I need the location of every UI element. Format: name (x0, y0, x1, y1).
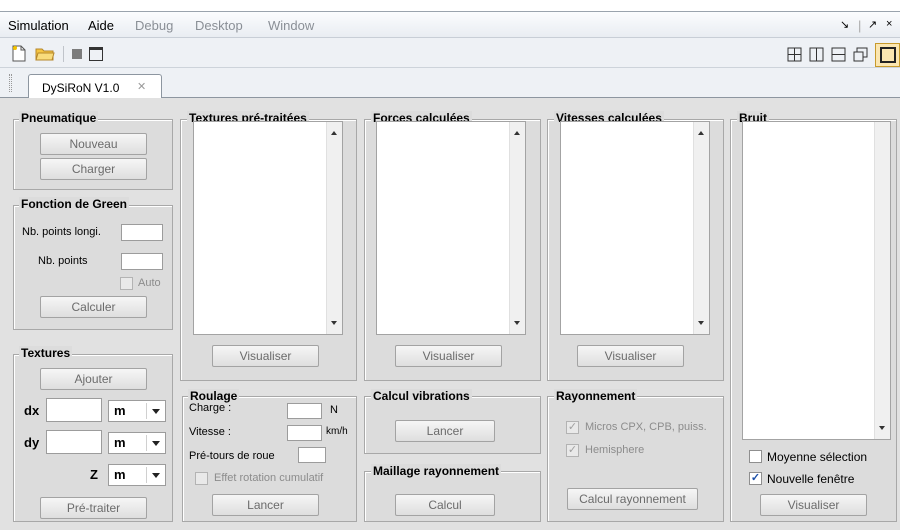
hemisphere-checkbox[interactable]: ✓ (566, 444, 579, 457)
dy-unit-select[interactable]: m (108, 432, 166, 454)
label-vitesse: Vitesse : (189, 426, 231, 438)
pretours-input[interactable] (298, 447, 326, 463)
nouveau-button[interactable]: Nouveau (40, 133, 147, 155)
tab-label: DySiRoN V1.0 (42, 81, 120, 95)
label-nouvelle-fenetre: Nouvelle fenêtre (767, 472, 855, 486)
label-dx: dx (24, 403, 40, 418)
float-icon[interactable] (853, 47, 868, 62)
vitesse-input[interactable] (287, 425, 322, 441)
charger-button[interactable]: Charger (40, 158, 147, 180)
maximize-icon[interactable] (875, 43, 900, 67)
scroll-down-icon[interactable] (698, 321, 704, 325)
grid-icon[interactable] (787, 47, 802, 62)
open-folder-icon[interactable] (35, 45, 55, 62)
label-dy: dy (24, 435, 40, 450)
label-z: Z (90, 467, 98, 482)
lancer-roulage-button[interactable]: Lancer (212, 494, 319, 516)
bruit-list[interactable] (742, 121, 891, 440)
split-vertical-icon[interactable] (809, 47, 824, 62)
label-charge-unit: N (330, 404, 338, 416)
menu-window[interactable]: Window (268, 18, 314, 33)
tab-close-icon[interactable]: ✕ (137, 80, 146, 93)
tab-grip (9, 74, 12, 92)
nb-points-longi-input[interactable] (121, 224, 163, 241)
z-unit-select[interactable]: m (108, 464, 166, 486)
dx-unit-value: m (114, 403, 126, 418)
dy-input[interactable] (46, 430, 102, 454)
vitesses-list[interactable] (560, 121, 710, 335)
dock-icon[interactable]: ↗ (868, 18, 877, 31)
panel-title-vibrations: Calcul vibrations (371, 389, 472, 403)
label-auto: Auto (138, 277, 161, 289)
label-micros: Micros CPX, CPB, puiss. (585, 421, 707, 433)
label-pretours: Pré-tours de roue (189, 450, 275, 462)
menu-debug[interactable]: Debug (135, 18, 173, 33)
lancer-vibrations-button[interactable]: Lancer (395, 420, 495, 442)
scroll-down-icon[interactable] (331, 321, 337, 325)
stop-icon[interactable] (72, 49, 82, 59)
scroll-down-icon[interactable] (514, 321, 520, 325)
micros-checkbox[interactable]: ✓ (566, 421, 579, 434)
auto-checkbox[interactable] (120, 277, 133, 290)
charge-input[interactable] (287, 403, 322, 419)
ajouter-button[interactable]: Ajouter (40, 368, 147, 390)
calcul-rayonnement-button[interactable]: Calcul rayonnement (567, 488, 698, 510)
panel-title-pneumatique: Pneumatique (19, 111, 99, 125)
dx-input[interactable] (46, 398, 102, 422)
forces-list[interactable] (376, 121, 526, 335)
new-file-icon[interactable] (11, 45, 27, 62)
toolbar-separator (63, 46, 64, 62)
label-hemisphere: Hemisphere (585, 444, 645, 456)
separator-bar: | (858, 18, 862, 33)
textures-pretraitees-list[interactable] (193, 121, 343, 335)
effet-rotation-checkbox[interactable] (195, 472, 208, 485)
tab-dysiron[interactable]: DySiRoN V1.0 ✕ (28, 74, 162, 99)
visualiser-forces-button[interactable]: Visualiser (395, 345, 502, 367)
scroll-down-icon[interactable] (879, 426, 885, 430)
scrollbar[interactable] (326, 122, 342, 334)
visualiser-vitesses-button[interactable]: Visualiser (577, 345, 684, 367)
menu-desktop[interactable]: Desktop (195, 18, 243, 33)
scroll-up-icon[interactable] (514, 131, 520, 135)
split-horizontal-icon[interactable] (831, 47, 846, 62)
moyenne-selection-checkbox[interactable] (749, 450, 762, 463)
close-window-icon[interactable]: × (886, 18, 892, 30)
panel-title-rayonnement: Rayonnement (554, 389, 638, 403)
scrollbar[interactable] (509, 122, 525, 334)
label-vitesse-unit: km/h (326, 426, 348, 437)
nouvelle-fenetre-checkbox[interactable]: ✓ (749, 472, 762, 485)
menu-aide[interactable]: Aide (88, 18, 114, 33)
pre-traiter-button[interactable]: Pré-traiter (40, 497, 147, 519)
title-strip (0, 0, 900, 12)
panel-title-maillage: Maillage rayonnement (371, 464, 502, 478)
label-charge: Charge : (189, 402, 232, 414)
visualiser-textures-button[interactable]: Visualiser (212, 345, 319, 367)
calculer-button[interactable]: Calculer (40, 296, 147, 318)
toolbar (0, 38, 900, 68)
scrollbar[interactable] (693, 122, 709, 334)
scrollbar[interactable] (874, 122, 890, 439)
label-nb-points: Nb. points (38, 255, 88, 267)
dx-unit-select[interactable]: m (108, 400, 166, 422)
visualiser-bruit-button[interactable]: Visualiser (760, 494, 867, 516)
label-nb-points-longi: Nb. points longi. (22, 226, 101, 238)
scroll-up-icon[interactable] (331, 131, 337, 135)
window-icon[interactable] (89, 47, 103, 61)
nb-points-input[interactable] (121, 253, 163, 270)
undock-icon[interactable]: ↘ (840, 18, 849, 31)
menu-simulation[interactable]: Simulation (8, 18, 69, 33)
label-effet-rotation: Effet rotation cumulatif (214, 472, 324, 484)
dy-unit-value: m (114, 435, 126, 450)
calcul-maillage-button[interactable]: Calcul (395, 494, 495, 516)
panel-title-roulage: Roulage (188, 389, 240, 403)
panel-title-green: Fonction de Green (19, 197, 130, 211)
panel-title-textures: Textures (19, 346, 73, 360)
z-unit-value: m (114, 467, 126, 482)
scroll-up-icon[interactable] (698, 131, 704, 135)
menu-bar: Simulation Aide Debug Desktop Window ↘ |… (0, 12, 900, 38)
label-moyenne-selection: Moyenne sélection (767, 450, 868, 464)
